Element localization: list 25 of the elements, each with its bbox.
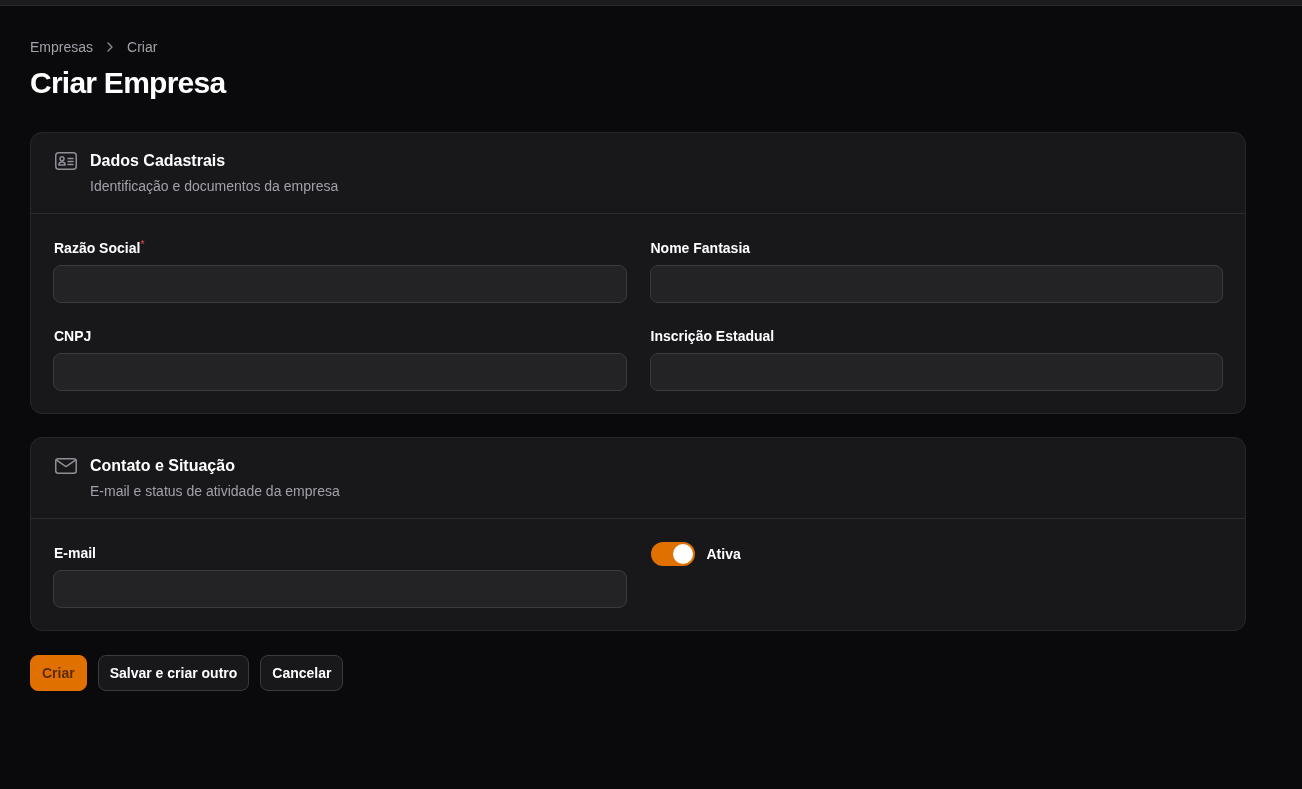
text-input[interactable] [649,353,1223,391]
field-label: E-mail [53,544,97,563]
page-title: Criar Empresa [30,65,226,101]
secondary-button[interactable]: Salvar e criar outro [97,655,250,691]
breadcrumb-link[interactable]: Empresas [30,37,94,57]
field-label: CNPJ [53,327,93,346]
section-title: Dados Cadastrais [90,151,226,171]
toggle-switch[interactable] [650,542,695,566]
section-subtitle: E-mail e status de atividade da empresa [90,482,340,501]
breadcrumb-text: Criar [127,38,158,57]
id-card-icon [55,152,77,170]
text-input[interactable] [53,353,627,391]
field-label: Inscrição Estadual [649,327,776,346]
secondary-button[interactable]: Cancelar [260,655,344,691]
section-title: Contato e Situação [90,456,235,476]
text-input[interactable] [53,265,627,303]
envelope-icon [55,458,77,474]
toggle-label: Ativa [706,545,741,564]
field-label: Nome Fantasia [649,239,752,258]
section-subtitle: Identificação e documentos da empresa [90,177,339,196]
text-input[interactable] [53,570,627,608]
text-input[interactable] [649,265,1223,303]
create-button[interactable]: Criar [30,655,87,691]
field-label: Razão Social$^{*}$ [53,238,146,258]
chevron-right-icon [107,42,114,52]
